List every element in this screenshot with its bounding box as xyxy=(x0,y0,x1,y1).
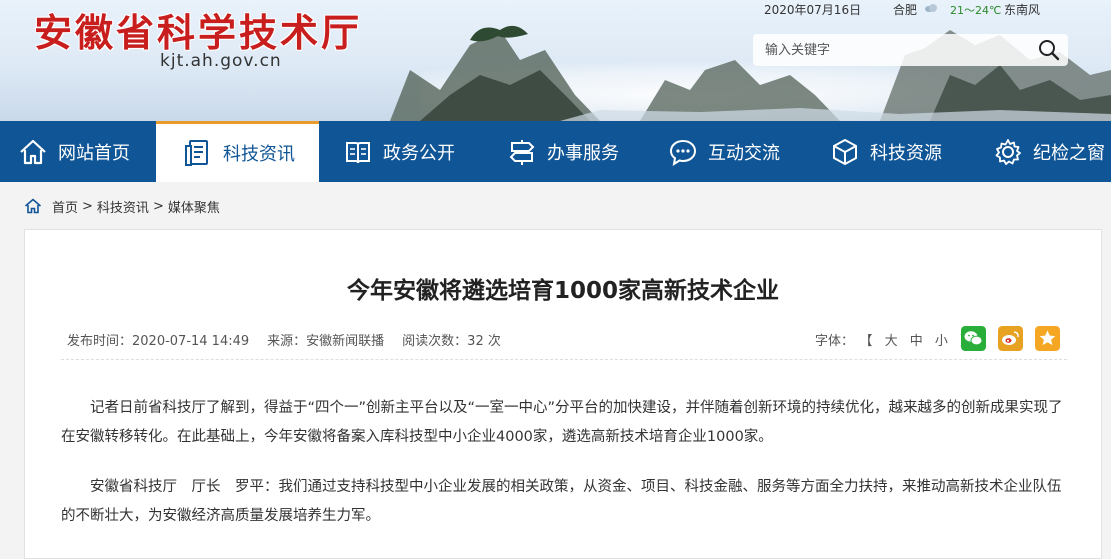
article-paragraph: 安徽省科技厅 厅长 罗平：我们通过支持科技型中小企业发展的相关政策，从资金、项目… xyxy=(61,479,1062,524)
home-icon xyxy=(24,198,42,214)
weather-city: 合肥 xyxy=(893,3,918,17)
nav-item-gov-affairs[interactable]: 政务公开 xyxy=(343,121,455,182)
weather-temperature: 21～24℃ xyxy=(950,4,1002,17)
search-box xyxy=(753,34,1068,66)
article-paragraph: 记者日前省科技厅了解到，得益于“四个一”创新主平台以及“一室一中心”分平台的加快… xyxy=(61,400,1063,445)
weather-wind: 东南风 xyxy=(1004,3,1041,17)
document-icon xyxy=(185,140,208,166)
font-size-switcher: 字体：【 大 中 小 】 xyxy=(815,330,977,349)
nav-label: 互动交流 xyxy=(708,142,780,164)
breadcrumb-media-focus[interactable]: 媒体聚焦 xyxy=(168,197,220,216)
breadcrumb-tech-news[interactable]: 科技资讯 xyxy=(97,197,149,216)
weibo-icon[interactable] xyxy=(998,326,1023,351)
nav-label: 办事服务 xyxy=(547,142,619,164)
cloud-weather-icon xyxy=(925,4,937,12)
cube-icon xyxy=(833,138,857,165)
nav-item-home[interactable]: 网站首页 xyxy=(18,121,130,182)
book-icon xyxy=(346,141,370,163)
home-icon xyxy=(20,139,46,164)
header-banner: 安徽省科学技术厅 kjt.ah.gov.cn 2020年07月16日 合肥 21… xyxy=(0,0,1111,121)
breadcrumb-home[interactable]: 首页 xyxy=(52,197,78,216)
wechat-icon[interactable] xyxy=(961,326,986,351)
view-count: 阅读次数：32 次 xyxy=(402,334,501,349)
nav-label: 科技资讯 xyxy=(223,144,295,165)
nav-item-tech-news[interactable]: 科技资讯 xyxy=(156,121,319,182)
site-domain: kjt.ah.gov.cn xyxy=(160,51,282,71)
site-title: 安徽省科学技术厅 xyxy=(34,11,363,55)
nav-label: 纪检之窗 xyxy=(1033,142,1105,164)
chat-icon xyxy=(669,139,697,166)
main-nav: 网站首页 科技资讯 政务公开 办事服务 互动交流 科技资源 纪检之窗 xyxy=(0,121,1111,182)
nav-item-interaction[interactable]: 互动交流 xyxy=(668,121,780,182)
article-title: 今年安徽将遴选培育1000家高新技术企业 xyxy=(346,278,779,304)
signpost-icon xyxy=(509,139,535,165)
favorite-star-icon[interactable] xyxy=(1035,326,1060,351)
meta-divider xyxy=(61,359,1067,360)
gear-icon xyxy=(995,138,1021,165)
font-size-label: 字体： xyxy=(815,334,855,349)
current-date: 2020年07月16日 xyxy=(764,3,862,17)
search-icon[interactable] xyxy=(1036,38,1062,62)
nav-label: 政务公开 xyxy=(383,142,455,164)
nav-item-discipline[interactable]: 纪检之窗 xyxy=(993,121,1105,182)
nav-item-services[interactable]: 办事服务 xyxy=(507,121,619,182)
article-source: 来源：安徽新闻联播 xyxy=(267,334,385,349)
breadcrumb-separator: > xyxy=(82,198,93,214)
search-input[interactable] xyxy=(753,34,1033,66)
publish-time: 发布时间：2020-07-14 14:49 xyxy=(67,334,250,349)
nav-item-tech-resources[interactable]: 科技资源 xyxy=(830,121,942,182)
breadcrumb-separator: > xyxy=(152,198,164,214)
article-panel: 今年安徽将遴选培育1000家高新技术企业 发布时间：2020-07-14 14:… xyxy=(24,229,1102,559)
article-meta: 发布时间：2020-07-14 14:49 来源：安徽新闻联播 阅读次数：32 … xyxy=(67,330,519,349)
breadcrumb: 首页 > 科技资讯 > 媒体聚焦 xyxy=(24,196,220,216)
nav-label: 科技资源 xyxy=(870,142,942,164)
nav-label: 网站首页 xyxy=(58,142,130,164)
